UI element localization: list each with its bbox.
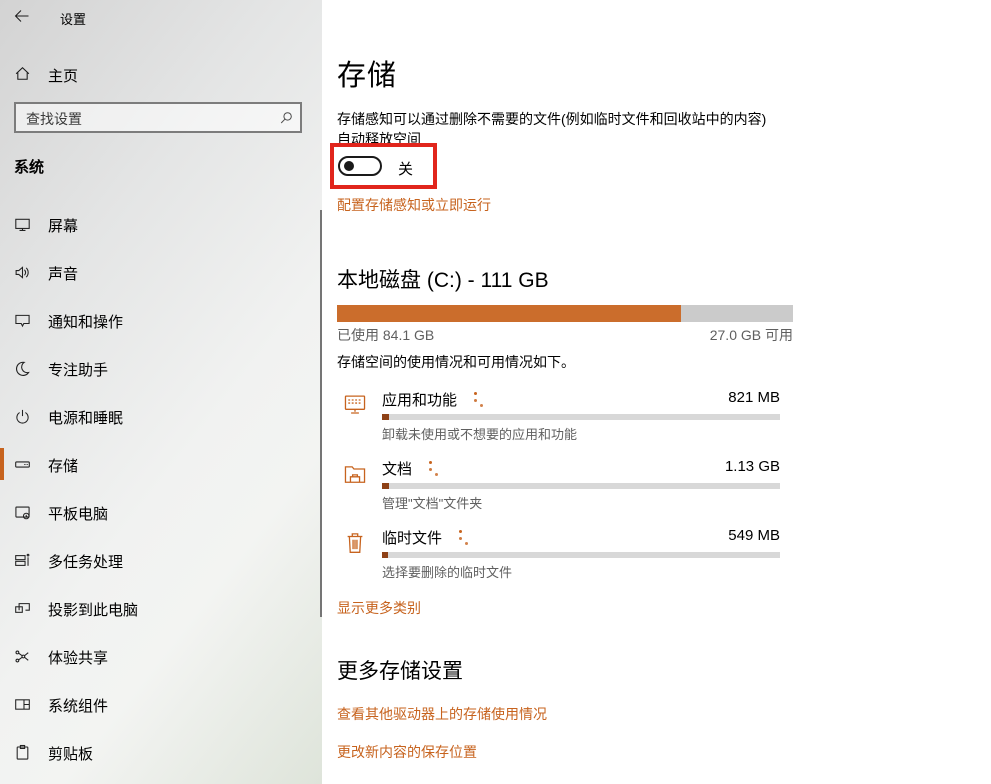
sound-icon <box>14 264 31 281</box>
category-size: 549 MB <box>728 527 780 544</box>
category-name: 应用和功能 <box>382 389 457 410</box>
sidebar-item-sound[interactable]: 声音 <box>0 254 318 290</box>
disk-usage-bar <box>337 305 793 322</box>
sidebar-item-label: 平板电脑 <box>48 503 108 524</box>
description-line1: 存储感知可以通过删除不需要的文件(例如临时文件和回收站中的内容) <box>337 109 807 129</box>
sidebar-item-label: 声音 <box>48 263 78 284</box>
category-size: 1.13 GB <box>725 458 780 475</box>
sidebar-item-label: 通知和操作 <box>48 311 123 332</box>
main-content: 存储 存储感知可以通过删除不需要的文件(例如临时文件和回收站中的内容) 自动释放… <box>322 0 991 784</box>
disk-heading: 本地磁盘 (C:) - 111 GB <box>337 264 549 294</box>
disk-usage-bar-fill <box>337 305 681 322</box>
notifications-icon <box>14 312 31 329</box>
category-usage-bar <box>382 483 780 489</box>
category-size: 821 MB <box>728 389 780 406</box>
category-usage-bar <box>382 552 780 558</box>
search-box <box>14 102 302 133</box>
back-arrow-icon <box>13 12 31 29</box>
storage-icon <box>14 456 31 473</box>
sidebar-item-label: 多任务处理 <box>48 551 123 572</box>
page-title: 存储 <box>337 52 397 94</box>
disk-free-label: 27.0 GB 可用 <box>710 325 793 345</box>
disk-used-label: 已使用 84.1 GB <box>337 327 434 343</box>
projecting-icon <box>14 600 31 617</box>
sidebar-item-system-components[interactable]: 系统组件 <box>0 686 318 722</box>
sidebar-item-power-sleep[interactable]: 电源和睡眠 <box>0 398 318 434</box>
storage-category-row[interactable]: 临时文件 549 MB 选择要删除的临时文件 <box>337 526 780 586</box>
focus-assist-icon <box>14 360 31 377</box>
category-name: 文档 <box>382 458 412 479</box>
system-components-icon <box>14 696 31 713</box>
category-subtitle: 选择要删除的临时文件 <box>382 562 512 581</box>
sidebar: 设置 主页 系统 屏幕 声音 通知和操作 专注助手 电源和睡眠 <box>0 0 322 784</box>
sidebar-item-tablet[interactable]: 平板电脑 <box>0 494 318 530</box>
sidebar-item-label: 体验共享 <box>48 647 108 668</box>
change-save-location-link[interactable]: 更改新内容的保存位置 <box>337 742 477 762</box>
loading-dots-icon <box>474 391 486 409</box>
sidebar-item-multitasking[interactable]: 多任务处理 <box>0 542 318 578</box>
temp-files-icon <box>343 530 367 556</box>
category-subtitle: 管理"文档"文件夹 <box>382 493 482 512</box>
sidebar-item-label: 存储 <box>48 455 78 476</box>
search-icon[interactable] <box>278 110 294 126</box>
storage-category-row[interactable]: 文档 1.13 GB 管理"文档"文件夹 <box>337 457 780 517</box>
multitasking-icon <box>14 552 31 569</box>
settings-window: 设置 主页 系统 屏幕 声音 通知和操作 专注助手 电源和睡眠 <box>0 0 991 784</box>
category-usage-bar-fill <box>382 552 388 558</box>
configure-storage-sense-link[interactable]: 配置存储感知或立即运行 <box>337 195 491 215</box>
display-icon <box>14 216 31 233</box>
power-icon <box>14 408 31 425</box>
clipboard-icon <box>14 744 31 761</box>
category-usage-bar-fill <box>382 483 389 489</box>
storage-category-row[interactable]: 应用和功能 821 MB 卸载未使用或不想要的应用和功能 <box>337 388 780 448</box>
app-title: 设置 <box>60 9 86 28</box>
home-label: 主页 <box>48 65 78 86</box>
sidebar-item-storage[interactable]: 存储 <box>0 446 318 482</box>
sidebar-item-label: 屏幕 <box>48 215 78 236</box>
sidebar-item-label: 剪贴板 <box>48 743 93 764</box>
sidebar-item-projecting[interactable]: 投影到此电脑 <box>0 590 318 626</box>
section-label-system: 系统 <box>14 156 44 177</box>
usage-caption: 存储空间的使用情况和可用情况如下。 <box>337 352 575 372</box>
sidebar-item-shared-experiences[interactable]: 体验共享 <box>0 638 318 674</box>
disk-usage-labels: 已使用 84.1 GB 27.0 GB 可用 <box>337 325 793 345</box>
back-button[interactable] <box>13 7 33 27</box>
sidebar-item-label: 投影到此电脑 <box>48 599 138 620</box>
shared-experiences-icon <box>14 648 31 665</box>
sidebar-item-focus-assist[interactable]: 专注助手 <box>0 350 318 386</box>
sidebar-item-label: 专注助手 <box>48 359 108 380</box>
loading-dots-icon <box>429 460 441 478</box>
home-icon <box>14 65 31 82</box>
sidebar-item-label: 系统组件 <box>48 695 108 716</box>
sidebar-item-clipboard[interactable]: 剪贴板 <box>0 734 318 770</box>
sidebar-item-display[interactable]: 屏幕 <box>0 206 318 242</box>
storage-sense-toggle[interactable] <box>338 156 382 176</box>
sidebar-item-label: 电源和睡眠 <box>48 407 123 428</box>
storage-sense-description: 存储感知可以通过删除不需要的文件(例如临时文件和回收站中的内容) 自动释放空间 <box>337 109 807 149</box>
toggle-knob <box>344 161 354 171</box>
view-other-drives-link[interactable]: 查看其他驱动器上的存储使用情况 <box>337 704 547 724</box>
apps-icon <box>343 392 367 418</box>
description-line2: 自动释放空间 <box>337 129 807 149</box>
sidebar-item-notifications[interactable]: 通知和操作 <box>0 302 318 338</box>
category-name: 临时文件 <box>382 527 442 548</box>
sidebar-item-home[interactable]: 主页 <box>0 58 300 90</box>
category-usage-bar <box>382 414 780 420</box>
documents-icon <box>343 461 367 487</box>
more-storage-settings-heading: 更多存储设置 <box>337 655 463 685</box>
toggle-state-label: 关 <box>398 158 413 179</box>
category-subtitle: 卸载未使用或不想要的应用和功能 <box>382 424 577 443</box>
category-usage-bar-fill <box>382 414 389 420</box>
show-more-categories-link[interactable]: 显示更多类别 <box>337 598 421 618</box>
loading-dots-icon <box>459 529 471 547</box>
search-input[interactable] <box>24 106 268 131</box>
tablet-icon <box>14 504 31 521</box>
